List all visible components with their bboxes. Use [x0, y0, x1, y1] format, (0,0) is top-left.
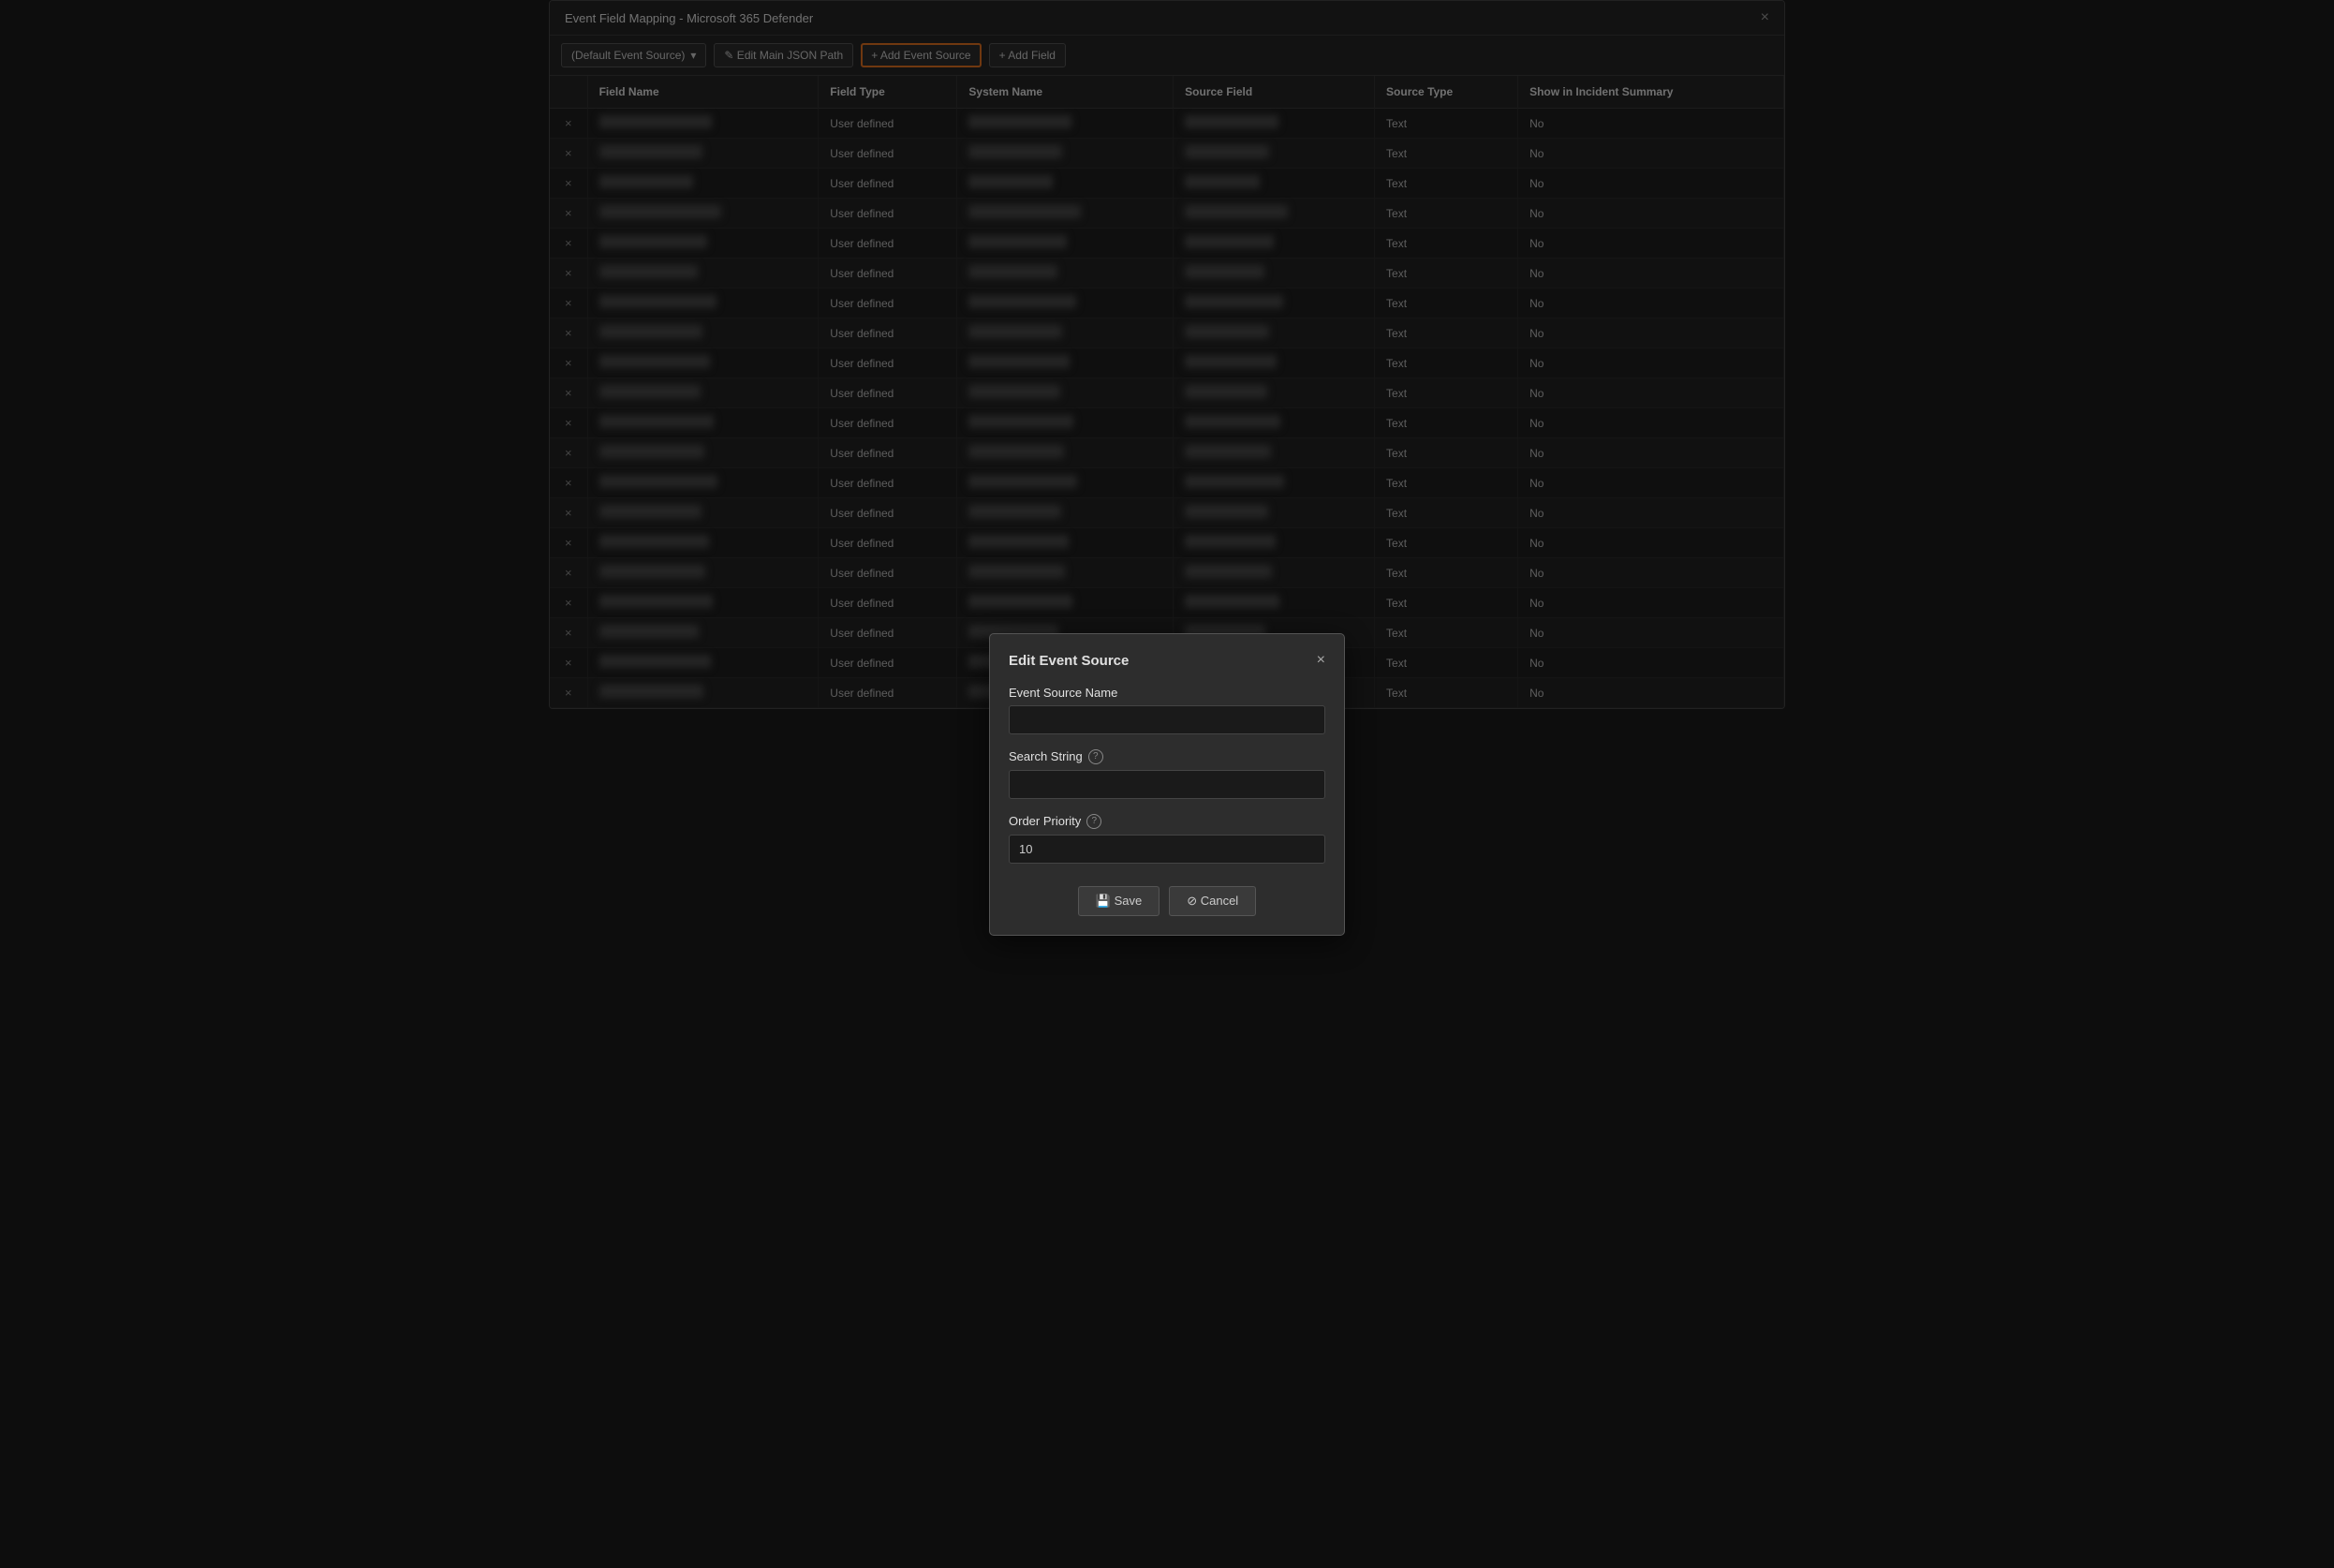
- modal-overlay: Edit Event Source × Event Source Name Se…: [0, 0, 2334, 1568]
- search-string-group: Search String ?: [1009, 749, 1325, 799]
- cancel-button[interactable]: ⊘ Cancel: [1169, 886, 1256, 916]
- save-button[interactable]: 💾 Save: [1078, 886, 1160, 916]
- event-source-name-group: Event Source Name: [1009, 686, 1325, 734]
- search-string-input[interactable]: [1009, 770, 1325, 799]
- event-source-name-input[interactable]: [1009, 705, 1325, 734]
- modal-header: Edit Event Source ×: [1009, 653, 1325, 669]
- order-priority-label: Order Priority ?: [1009, 814, 1325, 829]
- event-source-name-label: Event Source Name: [1009, 686, 1325, 700]
- modal-title: Edit Event Source: [1009, 653, 1129, 669]
- order-priority-help-icon[interactable]: ?: [1086, 814, 1101, 829]
- modal-footer: 💾 Save ⊘ Cancel: [1009, 886, 1325, 916]
- order-priority-group: Order Priority ?: [1009, 814, 1325, 864]
- edit-event-source-modal: Edit Event Source × Event Source Name Se…: [989, 633, 1345, 936]
- search-string-help-icon[interactable]: ?: [1088, 749, 1103, 764]
- modal-close-button[interactable]: ×: [1317, 653, 1325, 668]
- order-priority-input[interactable]: [1009, 835, 1325, 864]
- search-string-label: Search String ?: [1009, 749, 1325, 764]
